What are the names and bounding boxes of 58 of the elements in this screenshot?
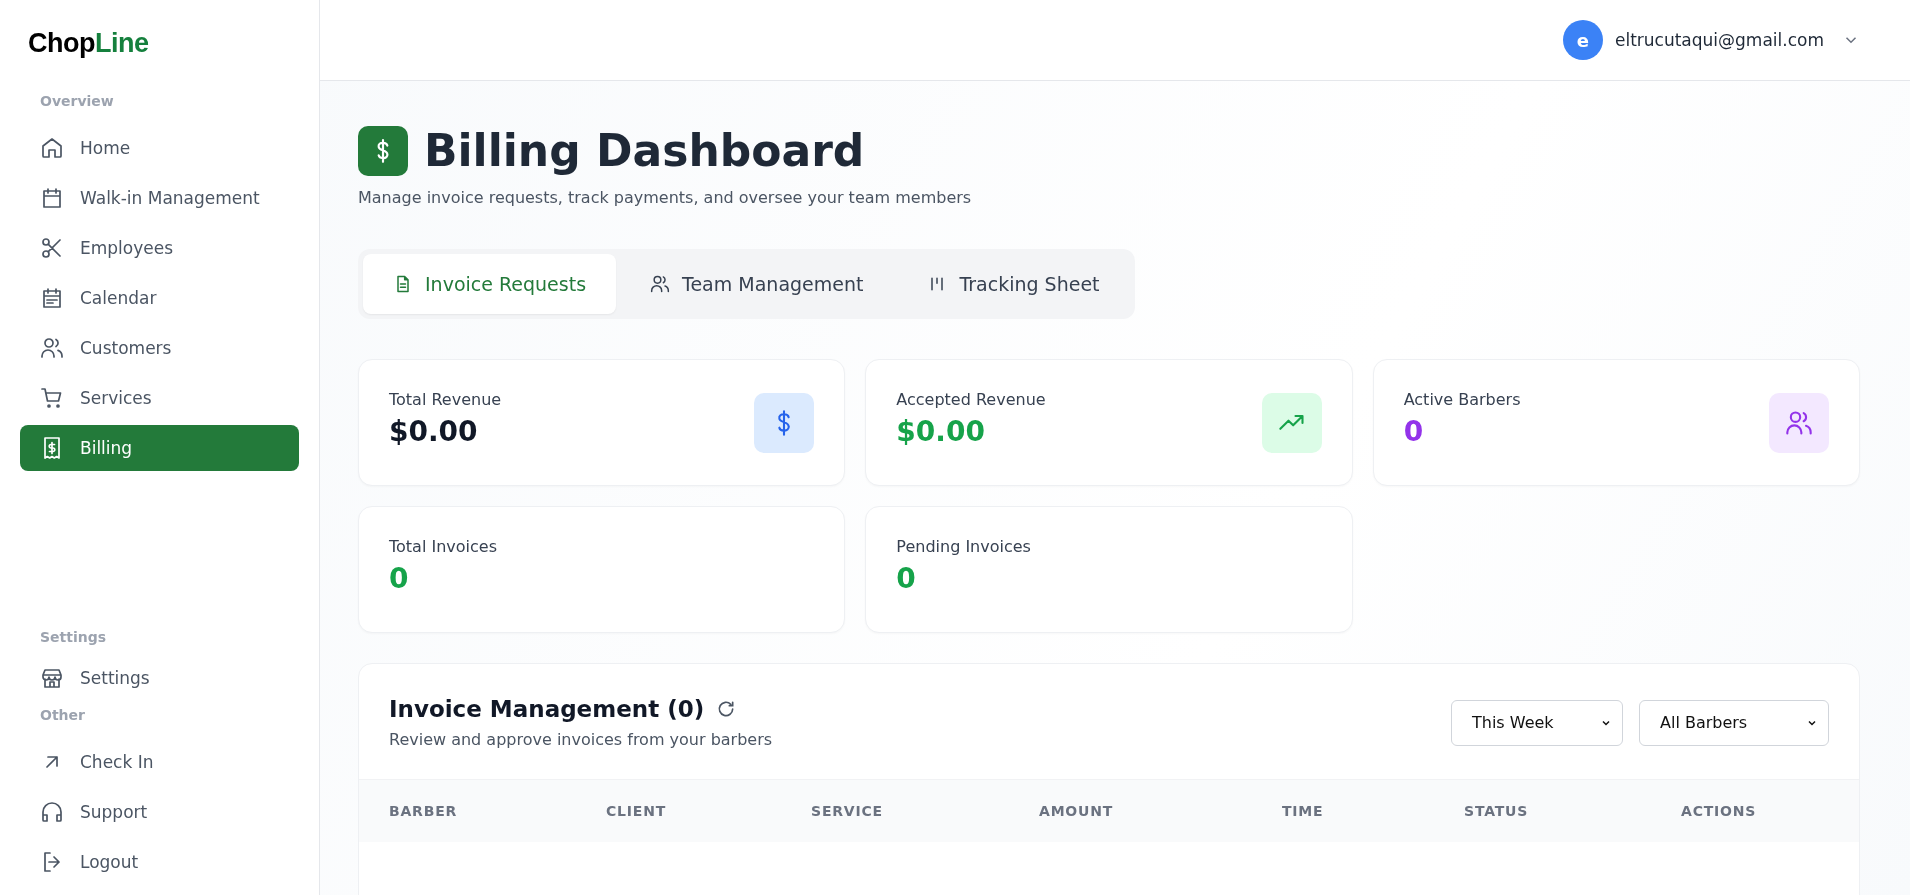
store-icon — [40, 666, 64, 690]
stat-value: $0.00 — [389, 415, 479, 448]
scissors-icon — [40, 236, 64, 260]
nav-item[interactable]: Home — [20, 125, 299, 171]
section-label: Settings — [39, 629, 108, 645]
cart-icon — [40, 386, 64, 410]
column-header: SERVICE — [811, 803, 884, 819]
calendar-icon — [40, 186, 64, 210]
avatar: e — [1562, 20, 1603, 60]
logo-text: ChopLine — [28, 28, 149, 58]
home-icon — [40, 136, 64, 160]
section-label: Overview — [39, 93, 115, 109]
filter-select[interactable]: All Barbers — [1639, 699, 1829, 746]
calendar-icon — [40, 286, 64, 310]
stat-label: Active Barbers — [1403, 390, 1521, 409]
dollar-icon — [358, 125, 408, 176]
column-header: STATUS — [1464, 803, 1530, 819]
nav-item[interactable]: Support — [20, 789, 299, 835]
user-email: eltrucutaqui@gmail.com — [1614, 30, 1824, 50]
nav-item[interactable]: Check In — [20, 739, 299, 785]
filter-select[interactable]: This Week — [1451, 699, 1623, 746]
section-label: Other — [39, 707, 86, 723]
stat-label: Total Invoices — [389, 537, 497, 556]
panel-title: Invoice Management (0) — [389, 696, 705, 722]
trend-up-icon — [1261, 393, 1322, 453]
people-icon — [650, 274, 671, 294]
nav-item[interactable]: Employees — [20, 225, 299, 271]
nav-item[interactable]: Calendar — [20, 275, 299, 321]
tab[interactable]: Team Management — [620, 254, 894, 314]
tab[interactable]: Invoice Requests — [363, 254, 617, 314]
nav-item[interactable]: Services — [20, 375, 299, 421]
nav-item[interactable]: Logout — [20, 839, 299, 885]
nav-item[interactable]: Billing — [20, 425, 299, 471]
stat-value: 0 — [389, 562, 410, 595]
page-title: Billing Dashboard — [424, 125, 865, 176]
column-header: BARBER — [389, 803, 459, 819]
stat-label: Accepted Revenue — [896, 390, 1046, 409]
headphones-icon — [40, 800, 64, 824]
column-header: ACTIONS — [1681, 803, 1758, 819]
nav-item[interactable]: Walk-in Management — [20, 175, 299, 221]
panel-subtitle: Review and approve invoices from your barbers — [389, 730, 773, 749]
people-icon — [40, 336, 64, 360]
refresh-icon[interactable] — [716, 699, 737, 719]
people-icon — [1769, 393, 1829, 453]
column-header: TIME — [1282, 803, 1325, 819]
nav-item[interactable]: Settings — [20, 655, 299, 701]
stat-value: 0 — [1403, 415, 1425, 448]
column-header: AMOUNT — [1039, 803, 1115, 819]
dollar-icon — [754, 393, 815, 453]
stat-value: $0.00 — [896, 415, 986, 448]
tab[interactable]: Tracking Sheet — [897, 254, 1130, 314]
nav-item[interactable]: Customers — [20, 325, 299, 371]
stat-value: 0 — [896, 562, 917, 595]
page-subtitle: Manage invoice requests, track payments, and oversee your team members — [358, 188, 973, 207]
stat-label: Pending Invoices — [896, 537, 1031, 556]
user-menu[interactable]: e eltrucutaqui@gmail.com — [1562, 20, 1860, 60]
stat-label: Total Revenue — [389, 390, 502, 409]
column-header: CLIENT — [606, 803, 668, 819]
